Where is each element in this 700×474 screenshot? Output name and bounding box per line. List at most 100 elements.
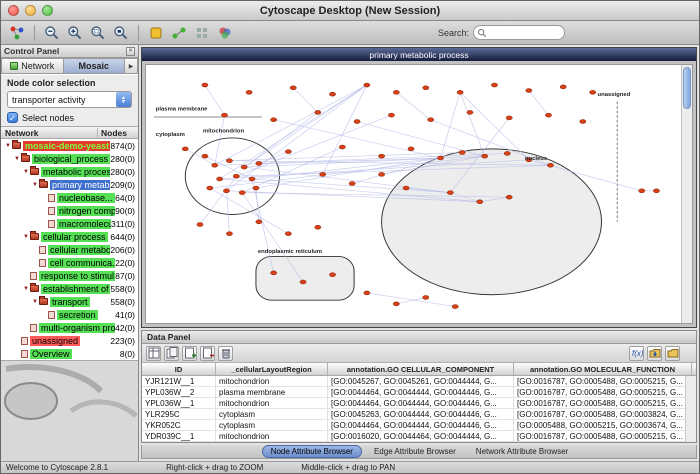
table-row[interactable]: YPL036W__1mitochondrion[GO:0044464, GO:0… xyxy=(142,398,696,409)
function-builder-icon[interactable]: f(x) xyxy=(629,346,644,361)
network-node[interactable] xyxy=(285,150,291,154)
network-node[interactable] xyxy=(477,200,483,204)
tree-item[interactable]: cellular metabo...206(0) xyxy=(1,243,138,256)
network-node[interactable] xyxy=(256,161,262,165)
attribute-folder-icon[interactable] xyxy=(665,346,680,361)
network-node[interactable] xyxy=(221,113,227,117)
tree-item[interactable]: unassigned223(0) xyxy=(1,334,138,347)
network-node[interactable] xyxy=(270,271,276,275)
network-edge[interactable] xyxy=(357,122,485,157)
zoom-out-icon[interactable] xyxy=(42,23,62,43)
network-node[interactable] xyxy=(354,120,360,124)
tree-item[interactable]: ▼transport558(0) xyxy=(1,295,138,308)
network-node[interactable] xyxy=(249,177,255,181)
network-edge[interactable] xyxy=(185,149,214,165)
network-node[interactable] xyxy=(246,90,252,94)
network-node[interactable] xyxy=(388,113,394,117)
network-node[interactable] xyxy=(197,223,203,227)
network-node[interactable] xyxy=(256,220,262,224)
network-node[interactable] xyxy=(223,189,229,193)
attribute-copy-icon[interactable] xyxy=(164,346,179,361)
tree-item[interactable]: Overview8(0) xyxy=(1,347,138,360)
network-node[interactable] xyxy=(320,172,326,176)
scrollbar-thumb[interactable] xyxy=(683,67,691,109)
new-network-icon[interactable] xyxy=(7,23,27,43)
attribute-select-icon[interactable] xyxy=(146,346,161,361)
disclosure-triangle-icon[interactable]: ▼ xyxy=(31,299,39,305)
network-node[interactable] xyxy=(378,172,384,176)
network-node[interactable] xyxy=(226,232,232,236)
network-node[interactable] xyxy=(182,147,188,151)
column-header[interactable]: ID xyxy=(142,363,216,375)
network-edge[interactable] xyxy=(367,293,455,307)
network-edge[interactable] xyxy=(274,120,441,158)
network-node[interactable] xyxy=(253,186,259,190)
network-node[interactable] xyxy=(408,147,414,151)
network-node[interactable] xyxy=(315,225,321,229)
column-header[interactable]: annotation.GO MOLECULAR_FUNCTION xyxy=(514,363,692,375)
tab-edge-attribute-browser[interactable]: Edge Attribute Browser xyxy=(366,446,464,457)
network-node[interactable] xyxy=(393,90,399,94)
network-node[interactable] xyxy=(506,195,512,199)
tree-item[interactable]: ▼metabolic process280(0) xyxy=(1,165,138,178)
column-header[interactable]: _cellularLayoutRegion xyxy=(216,363,328,375)
network-canvas[interactable]: plasma membranecytoplasmmitochondrionnuc… xyxy=(145,64,693,324)
network-node[interactable] xyxy=(364,83,370,87)
tree-item[interactable]: ▼biological_process280(0) xyxy=(1,152,138,165)
tree-item[interactable]: response to stimul...87(0) xyxy=(1,269,138,282)
table-row[interactable]: YKR052Ccytoplasm[GO:0044464, GO:0044444,… xyxy=(142,420,696,431)
network-node[interactable] xyxy=(202,154,208,158)
network-edge[interactable] xyxy=(226,191,229,234)
network-node[interactable] xyxy=(560,85,566,89)
network-node[interactable] xyxy=(491,83,497,87)
table-row[interactable]: YJR121W__1mitochondrion[GO:0045267, GO:0… xyxy=(142,376,696,387)
disclosure-triangle-icon[interactable]: ▼ xyxy=(22,234,30,240)
search-input[interactable] xyxy=(473,25,565,40)
tab-network[interactable]: Network xyxy=(1,58,64,74)
network-node[interactable] xyxy=(393,302,399,306)
tab-overflow-arrow-icon[interactable]: ▶ xyxy=(125,58,138,74)
tree-item[interactable]: ▼establishment of lo...558(0) xyxy=(1,282,138,295)
network-node[interactable] xyxy=(290,86,296,90)
network-node[interactable] xyxy=(364,291,370,295)
network-node[interactable] xyxy=(457,90,463,94)
disclosure-triangle-icon[interactable]: ▼ xyxy=(13,156,21,162)
network-node[interactable] xyxy=(270,118,276,122)
attribute-delete-icon[interactable] xyxy=(200,346,215,361)
network-node[interactable] xyxy=(452,305,458,309)
close-button[interactable] xyxy=(8,5,19,16)
network-node[interactable] xyxy=(547,163,553,167)
tree-item[interactable]: multi-organism pro...42(0) xyxy=(1,321,138,334)
disclosure-triangle-icon[interactable]: ▼ xyxy=(31,182,39,188)
network-node[interactable] xyxy=(233,174,239,178)
network-node[interactable] xyxy=(403,186,409,190)
network-node[interactable] xyxy=(437,156,443,160)
network-node[interactable] xyxy=(482,154,488,158)
network-node[interactable] xyxy=(226,159,232,163)
tree-item[interactable]: ▼primary metab...209(0) xyxy=(1,178,138,191)
network-node[interactable] xyxy=(506,116,512,120)
network-node[interactable] xyxy=(378,154,384,158)
network-node[interactable] xyxy=(329,273,335,277)
network-node[interactable] xyxy=(241,165,247,169)
tab-mosaic[interactable]: Mosaic xyxy=(64,58,126,74)
network-node[interactable] xyxy=(329,92,335,96)
table-row[interactable]: YLR295Ccytoplasm[GO:0045263, GO:0044444,… xyxy=(142,409,696,420)
layout-icon[interactable] xyxy=(192,23,212,43)
column-header[interactable]: annotation.GO CELLULAR_COMPONENT xyxy=(328,363,514,375)
tree-item[interactable]: ▼mosaic-demo-yeast874(0) xyxy=(1,139,138,152)
network-node[interactable] xyxy=(315,110,321,114)
annotation-icon[interactable] xyxy=(146,23,166,43)
network-edge[interactable] xyxy=(460,92,485,156)
network-edge[interactable] xyxy=(244,85,367,167)
network-node[interactable] xyxy=(349,182,355,186)
tree-item[interactable]: cell communica...22(0) xyxy=(1,256,138,269)
table-row[interactable]: YDR039C__1mitochondrion[GO:0016020, GO:0… xyxy=(142,431,696,442)
network-node[interactable] xyxy=(590,90,596,94)
network-node[interactable] xyxy=(212,163,218,167)
network-node[interactable] xyxy=(423,295,429,299)
network-node[interactable] xyxy=(428,118,434,122)
network-node[interactable] xyxy=(423,86,429,90)
tree-item[interactable]: nitrogen compo...90(0) xyxy=(1,204,138,217)
disclosure-triangle-icon[interactable]: ▼ xyxy=(22,169,30,175)
